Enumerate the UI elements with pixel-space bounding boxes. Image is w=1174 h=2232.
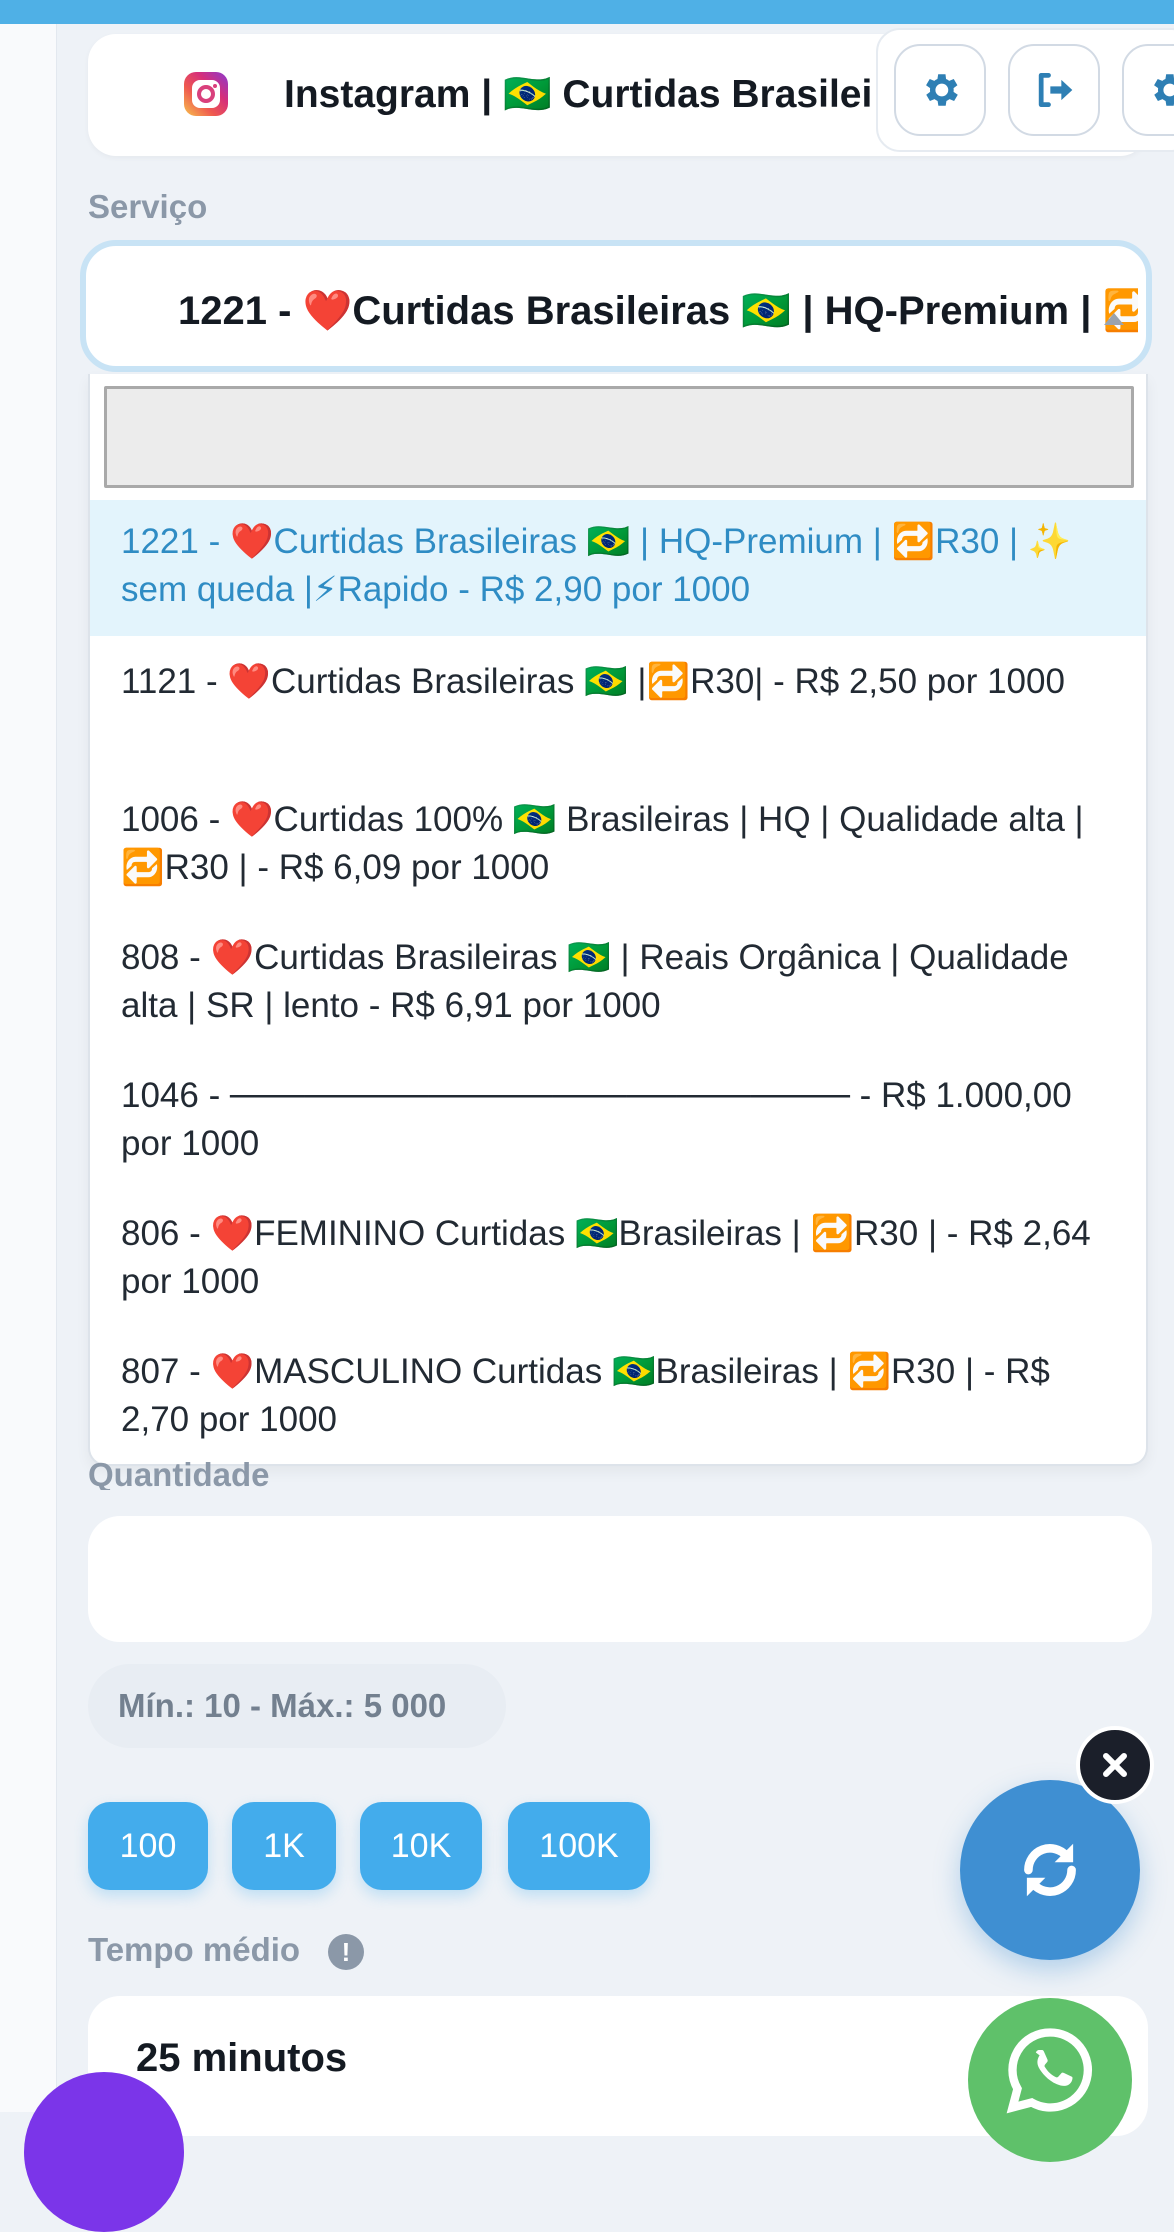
service-dropdown: 1221 - ❤️Curtidas Brasileiras 🇧🇷 | HQ-Pr… <box>88 374 1148 1466</box>
dropdown-option[interactable]: 1221 - ❤️Curtidas Brasileiras 🇧🇷 | HQ-Pr… <box>90 500 1146 636</box>
instagram-icon <box>184 72 228 116</box>
tempo-value: 25 minutos <box>136 2036 348 2080</box>
info-icon[interactable]: ! <box>328 1934 364 1970</box>
quick-qty-10k-button[interactable]: 10K <box>360 1802 482 1890</box>
caret-up-icon[interactable] <box>1104 313 1124 325</box>
left-rail <box>0 24 57 2112</box>
logout-button[interactable] <box>1008 44 1100 136</box>
dropdown-option[interactable]: 1046 - ───────────────────────── - R$ 1.… <box>90 1050 1146 1188</box>
close-icon <box>1103 1753 1127 1777</box>
dropdown-option[interactable]: 806 - ❤️FEMININO Curtidas 🇧🇷Brasileiras … <box>90 1188 1146 1326</box>
dropdown-option[interactable]: 808 - ❤️Curtidas Brasileiras 🇧🇷 | Reais … <box>90 912 1146 1050</box>
refresh-icon <box>1024 1843 1076 1897</box>
dropdown-option[interactable]: 1006 - ❤️Curtidas 100% 🇧🇷 Brasileiras | … <box>90 774 1146 912</box>
settings-button[interactable] <box>894 44 986 136</box>
quantity-label-wrap: Quantidade <box>88 1450 488 1490</box>
service-label: Serviço <box>88 188 208 225</box>
service-selected-text: 1221 - ❤️Curtidas Brasileiras 🇧🇷 | HQ-Pr… <box>178 289 1138 333</box>
quantity-input[interactable] <box>88 1516 1152 1642</box>
whatsapp-icon <box>1006 2028 1092 2114</box>
top-bar <box>0 0 1174 24</box>
quantity-label: Quantidade <box>88 1456 270 1490</box>
close-fab-button[interactable] <box>1076 1726 1154 1804</box>
chat-bubble-button[interactable] <box>24 2072 184 2232</box>
gear-icon <box>926 74 958 106</box>
quick-qty-100-button[interactable]: 100 <box>88 1802 208 1890</box>
dropdown-option[interactable]: 1121 - ❤️Curtidas Brasileiras 🇧🇷 |🔁R30| … <box>90 636 1146 774</box>
gear-icon <box>1154 74 1174 106</box>
minmax-badge: Mín.: 10 - Máx.: 5 000 <box>88 1664 506 1748</box>
refresh-fab-button[interactable] <box>960 1780 1140 1960</box>
extra-settings-button[interactable] <box>1122 44 1174 136</box>
quick-qty-1k-button[interactable]: 1K <box>232 1802 336 1890</box>
tempo-label: Tempo médio <box>88 1931 301 1968</box>
dropdown-search-input[interactable] <box>104 386 1134 488</box>
dropdown-option[interactable]: 807 - ❤️MASCULINO Curtidas 🇧🇷Brasileiras… <box>90 1326 1146 1464</box>
whatsapp-button[interactable] <box>968 1998 1132 2162</box>
quick-qty-100k-button[interactable]: 100K <box>508 1802 650 1890</box>
category-selected-text: Instagram | 🇧🇷 Curtidas Brasileiras <box>284 73 874 116</box>
sign-out-icon <box>1038 72 1073 108</box>
